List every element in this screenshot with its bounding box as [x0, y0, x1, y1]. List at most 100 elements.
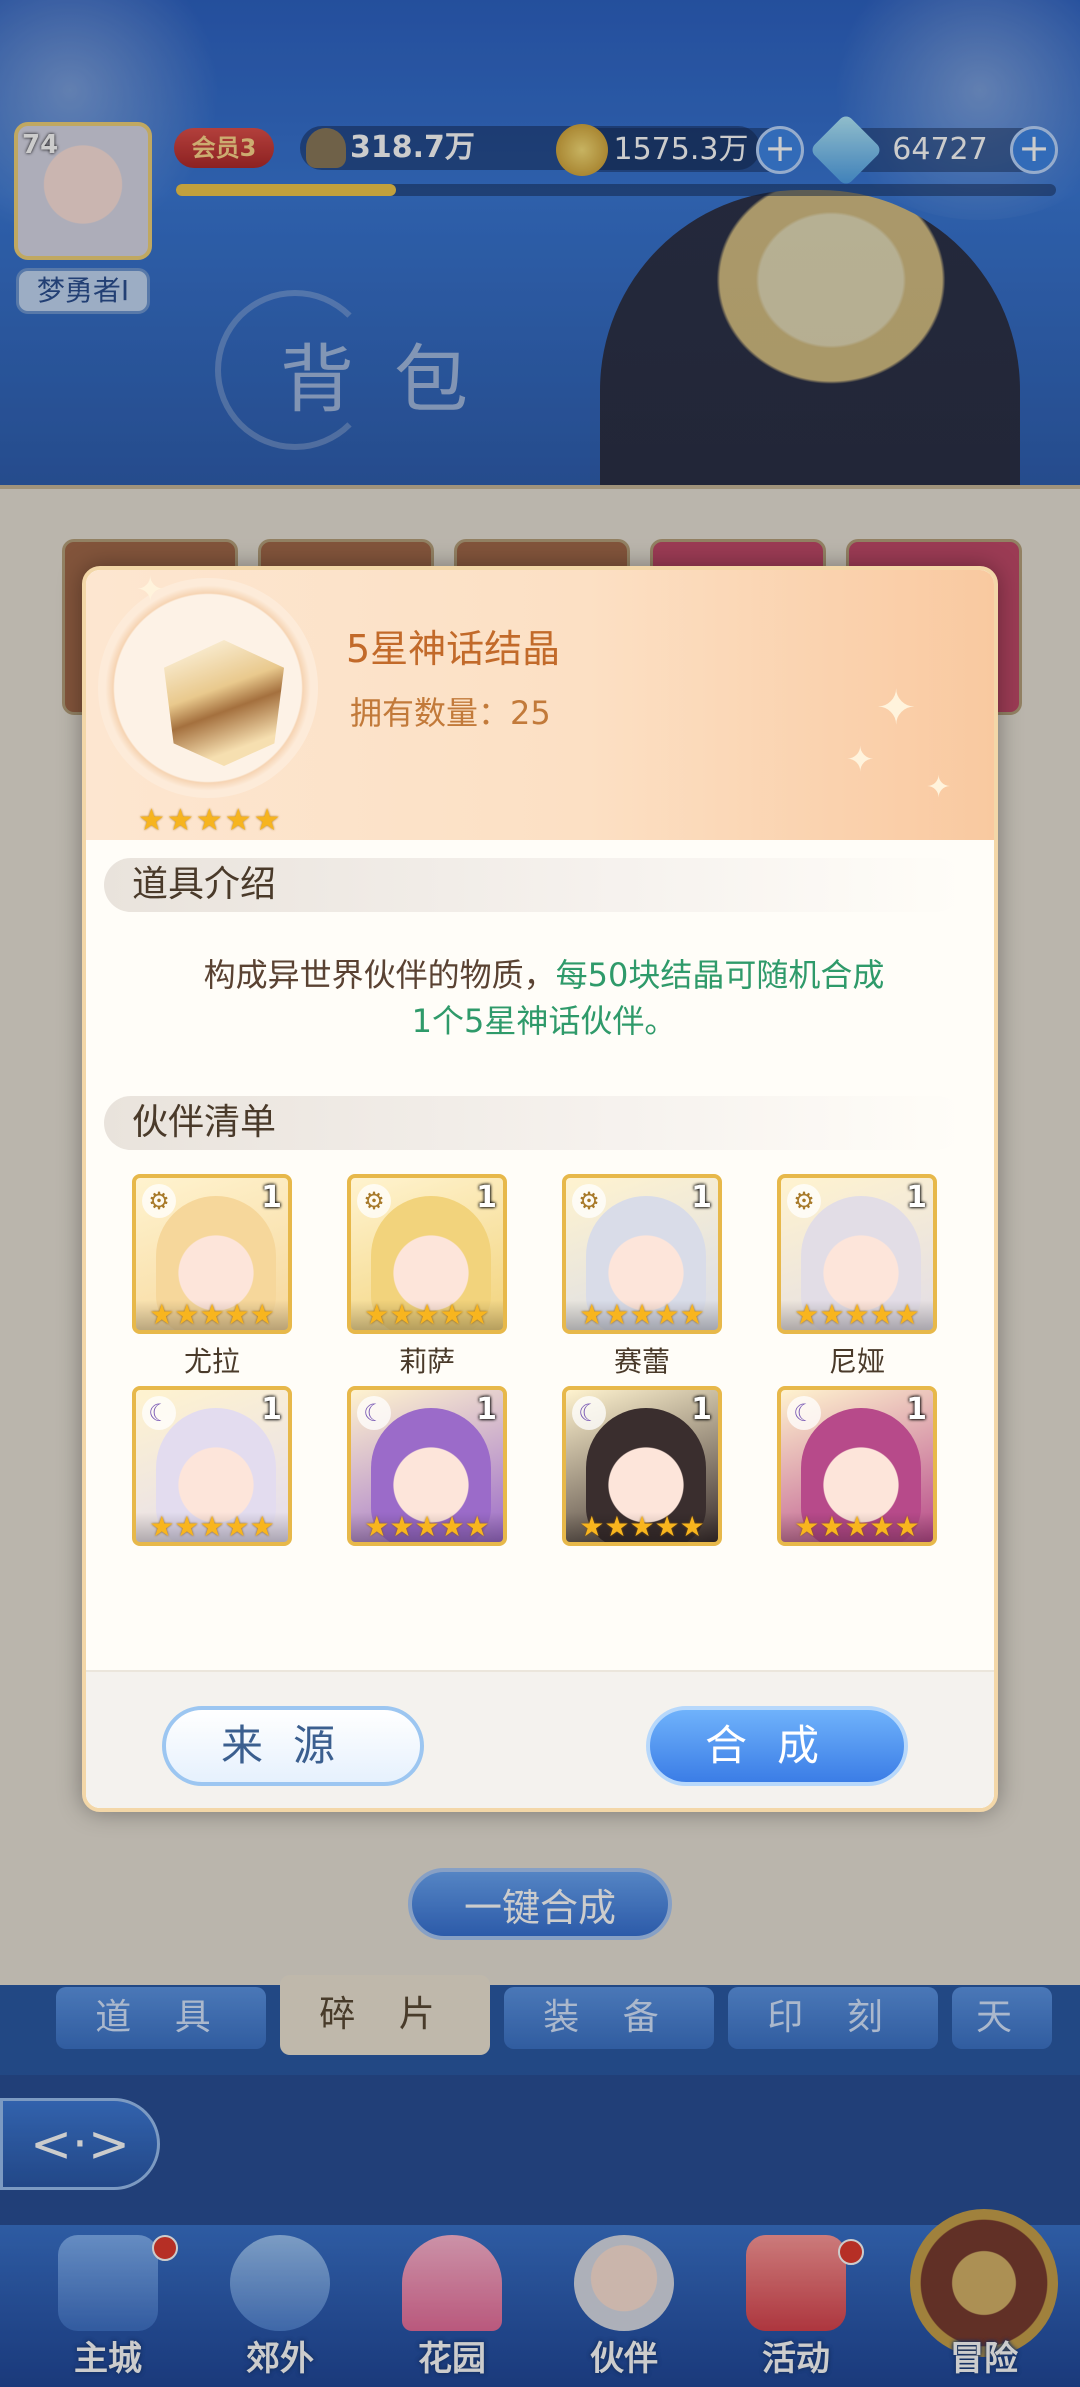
section-title-intro: 道具介绍	[104, 858, 964, 912]
star-icon: ★	[253, 803, 281, 838]
gear-class-icon: ⚙	[787, 1184, 821, 1218]
craft-button[interactable]: 合成	[646, 1706, 908, 1786]
star-icon: ★	[149, 1298, 175, 1331]
partner-name: 克莉丝汀	[552, 1552, 732, 1554]
star-icon: ★	[224, 1298, 250, 1331]
star-icon: ★	[166, 803, 194, 838]
partner-portrait: ☾ 1 ★ ★ ★ ★ ★	[347, 1386, 507, 1546]
partner-card[interactable]: ⚙ 1 ★ ★ ★ ★ ★ 尤拉	[132, 1174, 292, 1378]
partner-count: 1	[261, 1180, 282, 1215]
item-detail-dialog: ★ ★ ★ ★ ★ 5星神话结晶 拥有数量：25 ✦ ✦ ✦ ✦ 道具介绍 构成异世界伙…	[82, 566, 998, 1812]
star-icon: ★	[464, 1298, 490, 1331]
star-icon: ★	[464, 1510, 490, 1543]
partner-portrait: ⚙ 1 ★ ★ ★ ★ ★	[562, 1174, 722, 1334]
star-icon: ★	[629, 1510, 655, 1543]
star-icon: ★	[894, 1298, 920, 1331]
sparkle-icon: ✦	[876, 680, 917, 736]
partner-list: ⚙ 1 ★ ★ ★ ★ ★ 尤拉 ⚙ 1 ★ ★ ★ ★ ★ 莉萨 ⚙ 1 ★ ★ ★ ★ ★ 赛蕾 ⚙ 1 ★ ★ ★ ★ ★ 尼娅 ☾ 1 ★ ★…	[132, 1174, 962, 1554]
star-icon: ★	[199, 1298, 225, 1331]
star-icon: ★	[869, 1298, 895, 1331]
sparkle-icon: ✦	[136, 570, 165, 610]
star-icon: ★	[654, 1298, 680, 1331]
star-icon: ★	[414, 1298, 440, 1331]
partner-name: 赛蕾	[613, 1345, 670, 1378]
partner-name: 哈莉特	[132, 1552, 302, 1554]
partner-stars: ★ ★ ★ ★ ★	[136, 1300, 288, 1330]
sparkle-icon: ✦	[846, 740, 875, 780]
partner-portrait: ⚙ 1 ★ ★ ★ ★ ★	[132, 1174, 292, 1334]
star-icon: ★	[149, 1510, 175, 1543]
star-icon: ★	[629, 1298, 655, 1331]
star-icon: ★	[389, 1510, 415, 1543]
star-icon: ★	[174, 1510, 200, 1543]
partner-card[interactable]: ⚙ 1 ★ ★ ★ ★ ★ 尼娅	[777, 1174, 937, 1378]
star-icon: ★	[579, 1298, 605, 1331]
star-icon: ★	[439, 1510, 465, 1543]
partner-card[interactable]: ☾1★★★★★潘多拉	[347, 1386, 507, 1554]
star-icon: ★	[819, 1510, 845, 1543]
moon-class-icon: ☾	[142, 1396, 176, 1430]
partner-stars: ★ ★ ★ ★ ★	[781, 1512, 933, 1542]
partner-card[interactable]: ☾1★★★★★克莉丝汀	[562, 1386, 722, 1554]
partner-stars: ★ ★ ★ ★ ★	[566, 1512, 718, 1542]
star-icon: ★	[844, 1298, 870, 1331]
dialog-button-bar: 来源 合成	[86, 1670, 994, 1808]
partner-count: 1	[476, 1180, 497, 1215]
partner-name: 尤拉	[183, 1345, 240, 1378]
star-icon: ★	[249, 1510, 275, 1543]
star-icon: ★	[224, 1510, 250, 1543]
star-icon: ★	[249, 1298, 275, 1331]
gear-class-icon: ⚙	[357, 1184, 391, 1218]
partner-name: 潘多拉	[337, 1552, 517, 1554]
section-title-partners: 伙伴清单	[104, 1096, 964, 1150]
description-highlight: 每50块结晶可随机合成	[555, 956, 885, 994]
description-highlight: 1个5星神话伙伴。	[411, 1002, 677, 1040]
partner-portrait: ⚙ 1 ★ ★ ★ ★ ★	[347, 1174, 507, 1334]
star-icon: ★	[679, 1510, 705, 1543]
star-icon: ★	[389, 1298, 415, 1331]
partner-count: 1	[691, 1392, 712, 1427]
partner-card[interactable]: ☾1★★★★★哈莉特	[132, 1386, 292, 1554]
partner-name: 莉萨	[398, 1345, 455, 1378]
star-icon: ★	[224, 803, 252, 838]
dialog-header: ★ ★ ★ ★ ★ 5星神话结晶 拥有数量：25 ✦ ✦ ✦ ✦	[86, 570, 994, 840]
gear-class-icon: ⚙	[142, 1184, 176, 1218]
star-icon: ★	[819, 1298, 845, 1331]
partner-card[interactable]: ☾1★★★★★莉莉丝	[777, 1386, 937, 1554]
partner-name: 莉莉丝	[767, 1552, 947, 1554]
star-icon: ★	[174, 1298, 200, 1331]
dialog-body: 道具介绍 构成异世界伙伴的物质，每50块结晶可随机合成 1个5星神话伙伴。 伙伴…	[86, 840, 994, 1808]
partner-portrait: ☾ 1 ★ ★ ★ ★ ★	[777, 1386, 937, 1546]
star-icon: ★	[844, 1510, 870, 1543]
moon-class-icon: ☾	[572, 1396, 606, 1430]
partner-stars: ★ ★ ★ ★ ★	[781, 1300, 933, 1330]
star-icon: ★	[794, 1298, 820, 1331]
star-icon: ★	[138, 803, 165, 838]
star-icon: ★	[794, 1510, 820, 1543]
star-icon: ★	[679, 1298, 705, 1331]
partner-name: 尼娅	[828, 1345, 885, 1378]
partner-portrait: ⚙ 1 ★ ★ ★ ★ ★	[777, 1174, 937, 1334]
partner-portrait: ☾ 1 ★ ★ ★ ★ ★	[562, 1386, 722, 1546]
gear-class-icon: ⚙	[572, 1184, 606, 1218]
partner-count: 1	[906, 1180, 927, 1215]
partner-card[interactable]: ⚙ 1 ★ ★ ★ ★ ★ 赛蕾	[562, 1174, 722, 1378]
star-icon: ★	[869, 1510, 895, 1543]
partner-stars: ★ ★ ★ ★ ★	[351, 1512, 503, 1542]
partner-count: 1	[261, 1392, 282, 1427]
source-button[interactable]: 来源	[162, 1706, 424, 1786]
item-stars: ★ ★ ★ ★ ★	[138, 806, 281, 836]
star-icon: ★	[604, 1510, 630, 1543]
owned-count: 拥有数量：25	[350, 694, 551, 732]
item-description: 构成异世界伙伴的物质，每50块结晶可随机合成 1个5星神话伙伴。	[126, 952, 962, 1044]
star-icon: ★	[364, 1510, 390, 1543]
partner-card[interactable]: ⚙ 1 ★ ★ ★ ★ ★ 莉萨	[347, 1174, 507, 1378]
partner-portrait: ☾ 1 ★ ★ ★ ★ ★	[132, 1386, 292, 1546]
star-icon: ★	[579, 1510, 605, 1543]
partner-count: 1	[476, 1392, 497, 1427]
partner-count: 1	[691, 1180, 712, 1215]
star-icon: ★	[199, 1510, 225, 1543]
star-icon: ★	[195, 803, 223, 838]
partner-stars: ★ ★ ★ ★ ★	[566, 1300, 718, 1330]
partner-count: 1	[906, 1392, 927, 1427]
